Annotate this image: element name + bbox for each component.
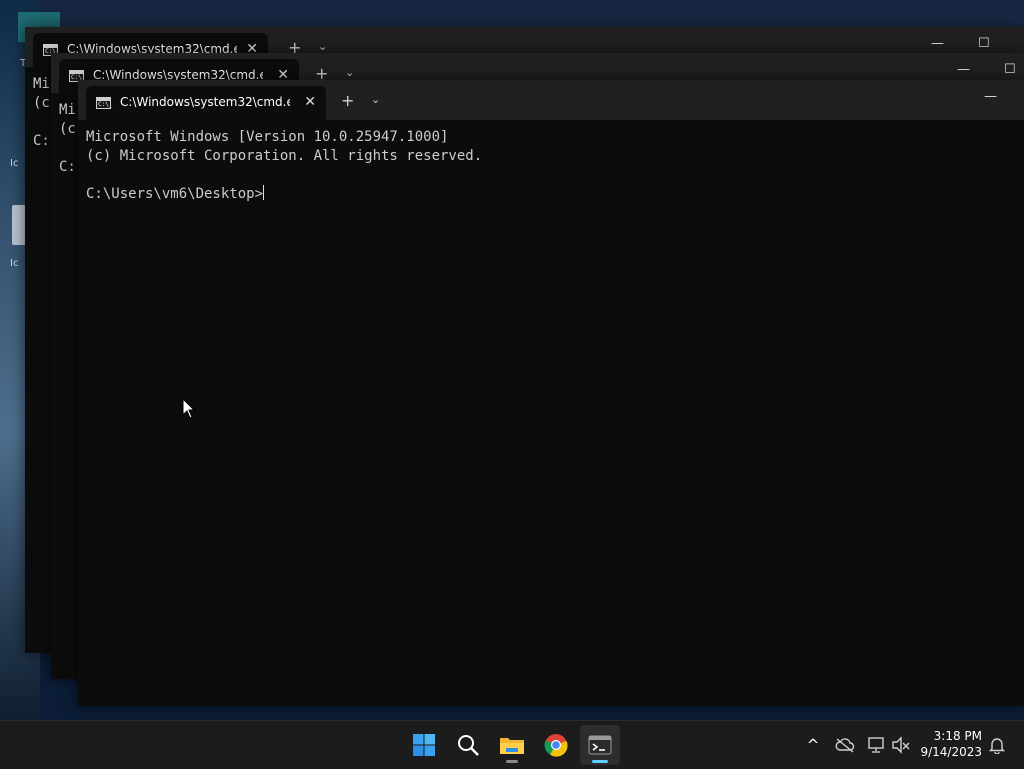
tab-close-button[interactable]: ✕ (304, 94, 316, 110)
cmd-window-active[interactable]: C:\_ C:\Windows\system32\cmd.exe ✕ + ⌄ —… (78, 80, 1024, 706)
search-icon (458, 735, 479, 756)
volume-button[interactable] (890, 733, 912, 757)
running-indicator (506, 760, 518, 763)
file-explorer-button[interactable] (492, 725, 532, 765)
console-line: Mi (33, 76, 50, 92)
console-line: (c) Microsoft Corporation. All rights re… (86, 148, 483, 164)
console-output[interactable]: Microsoft Windows [Version 10.0.25947.10… (86, 128, 482, 204)
chrome-icon (544, 734, 568, 757)
chevron-up-icon: ^ (806, 736, 820, 754)
console-line: C: (33, 133, 50, 149)
desktop-icon-label: Ic (10, 158, 19, 169)
desktop-icon[interactable] (12, 205, 26, 245)
start-button[interactable] (404, 725, 444, 765)
clock[interactable]: 3:18 PM 9/14/2023 (920, 728, 982, 760)
console-line: C: (59, 159, 76, 175)
tab-title: C:\Windows\system32\cmd.exe (120, 95, 290, 109)
clock-time: 3:18 PM (933, 729, 982, 743)
tab-dropdown-button[interactable]: ⌄ (371, 93, 380, 106)
folder-icon (500, 738, 524, 754)
terminal-button[interactable] (580, 725, 620, 765)
console-output[interactable]: Mi (c C: (33, 75, 50, 151)
notifications-button[interactable] (986, 733, 1008, 757)
console-prompt-line[interactable]: C:\Users\vm6\Desktop> (86, 185, 482, 204)
tab-dropdown-button[interactable]: ⌄ (318, 40, 327, 53)
minimize-button[interactable]: — (931, 36, 944, 51)
console-line: (c (59, 121, 76, 137)
console-line: Microsoft Windows [Version 10.0.25947.10… (86, 129, 449, 145)
search-button[interactable] (448, 725, 488, 765)
console-prompt: C:\Users\vm6\Desktop> (86, 186, 264, 202)
windows-logo-icon (413, 734, 435, 756)
taskbar: ^ 3:18 PM 9/14/2023 (0, 720, 1024, 769)
mouse-pointer-icon (182, 398, 196, 419)
network-button[interactable] (866, 733, 888, 757)
show-hidden-icons-button[interactable]: ^ (802, 733, 824, 757)
onedrive-button[interactable] (834, 733, 856, 757)
volume-muted-icon (892, 736, 910, 754)
bell-icon (988, 738, 1006, 754)
tab-cmd[interactable]: C:\_ C:\Windows\system32\cmd.exe ✕ (86, 86, 326, 120)
clock-date: 9/14/2023 (920, 745, 982, 759)
maximize-button[interactable]: ☐ (978, 36, 990, 51)
minimize-button[interactable]: — (984, 89, 997, 104)
terminal-icon (588, 735, 612, 755)
cloud-offline-icon (835, 738, 855, 753)
console-output[interactable]: Mi (c C: (59, 101, 76, 177)
console-line: Mi (59, 102, 76, 118)
active-indicator (592, 760, 608, 763)
minimize-button[interactable]: — (957, 62, 970, 77)
desktop-icon-label: Ic (10, 258, 19, 269)
tab-bar: C:\_ C:\Windows\system32\cmd.exe ✕ + ⌄ — (78, 80, 1024, 120)
text-cursor (263, 185, 265, 200)
network-icon (868, 737, 884, 753)
maximize-button[interactable]: ☐ (1004, 62, 1016, 77)
tab-dropdown-button[interactable]: ⌄ (345, 66, 354, 79)
chrome-button[interactable] (536, 725, 576, 765)
cmd-icon: C:\_ (96, 97, 112, 109)
console-line: (c (33, 95, 50, 111)
new-tab-button[interactable]: + (341, 91, 354, 110)
